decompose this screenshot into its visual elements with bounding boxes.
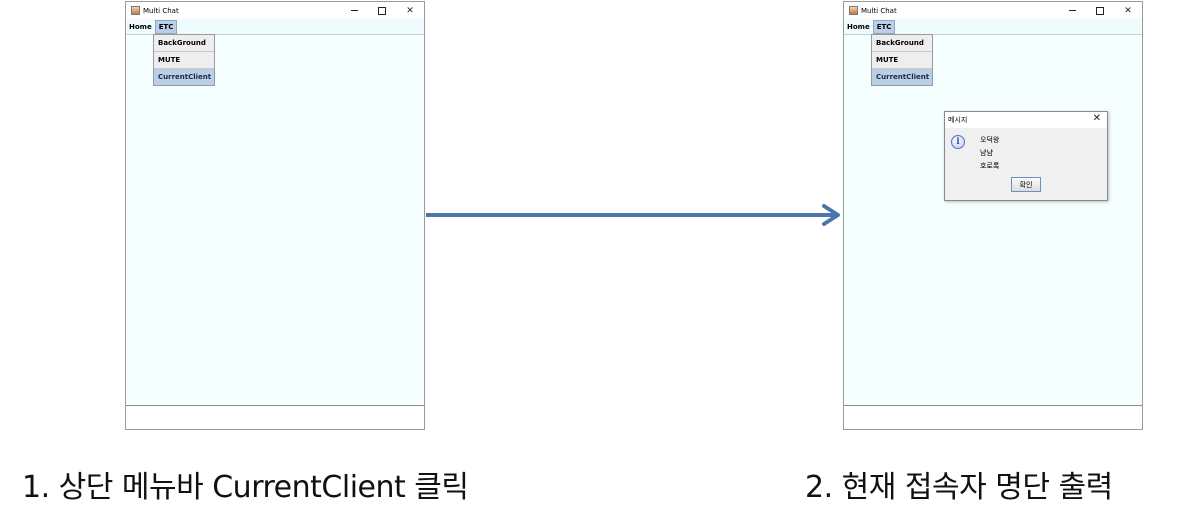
step-arrow xyxy=(426,204,840,226)
caption-step-1: 1. 상단 메뉴바 CurrentClient 클릭 xyxy=(22,470,469,505)
caption-step-2: 2. 현재 접속자 명단 출력 xyxy=(805,470,1113,505)
